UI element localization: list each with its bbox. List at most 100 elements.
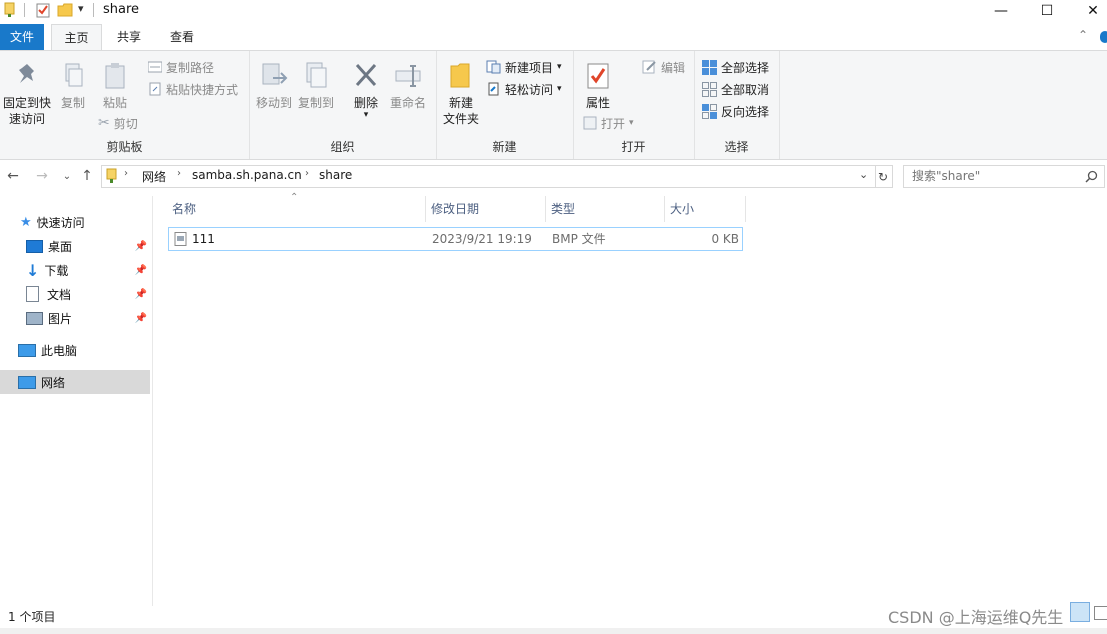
up-button[interactable]: ↑ (78, 166, 96, 186)
edit-button[interactable]: 编辑 (642, 57, 685, 77)
close-button[interactable]: ✕ (1070, 0, 1107, 22)
column-header-modified[interactable]: 修改日期 (427, 196, 546, 222)
select-none-button[interactable]: 全部取消 (702, 79, 769, 99)
file-modified: 2023/9/21 19:19 (432, 232, 532, 246)
computer-icon (18, 343, 36, 357)
window-title: share (103, 2, 140, 17)
bottom-strip (0, 628, 1107, 634)
breadcrumb-network[interactable]: 网络 (142, 168, 166, 185)
quick-access-dropdown-icon[interactable]: ▾ (78, 2, 84, 15)
column-header-size[interactable]: 大小 (666, 196, 746, 222)
edit-icon (642, 60, 656, 74)
breadcrumb-samba-server[interactable]: samba.sh.pana.cn (192, 168, 302, 182)
address-bar[interactable]: › 网络 › samba.sh.pana.cn › share ⌄ (101, 165, 876, 188)
pin-icon[interactable]: 📌 (135, 313, 147, 324)
nav-downloads[interactable]: ↓ 下载 📌 (0, 258, 150, 282)
nav-documents[interactable]: 文档 📌 (0, 282, 150, 306)
delete-button[interactable]: 删除 ▾ (348, 61, 384, 120)
tab-share[interactable]: 共享 (106, 24, 152, 50)
rename-button[interactable]: 重命名 (388, 61, 428, 111)
back-button[interactable]: ← (4, 166, 22, 186)
move-to-button[interactable]: 移动到 (254, 61, 294, 111)
copy-path-label: 复制路径 (166, 60, 215, 75)
search-input[interactable] (912, 168, 1072, 184)
network-location-icon (106, 168, 117, 183)
forward-arrow-icon: → (36, 168, 48, 184)
pin-icon[interactable]: 📌 (135, 265, 147, 276)
large-icons-view-button[interactable] (1094, 606, 1107, 620)
column-header-name[interactable]: 名称 (168, 196, 426, 222)
search-icon[interactable] (1085, 170, 1098, 183)
paste-button[interactable]: 粘贴 (96, 61, 134, 111)
column-header-type[interactable]: 类型 (547, 196, 665, 222)
new-folder-icon[interactable] (57, 2, 73, 18)
item-count: 1 个项目 (8, 610, 56, 624)
details-view-button[interactable] (1070, 602, 1090, 622)
breadcrumb-chevron-icon[interactable]: › (305, 168, 309, 179)
pin-icon[interactable]: 📌 (135, 241, 147, 252)
breadcrumb-chevron-icon[interactable]: › (177, 168, 181, 179)
tab-file[interactable]: 文件 (0, 24, 44, 50)
copy-to-button[interactable]: 复制到 (296, 61, 336, 111)
collapse-ribbon-icon[interactable]: ⌃ (1078, 28, 1088, 42)
pin-icon[interactable]: 📌 (135, 289, 147, 300)
copy-path-icon (148, 61, 162, 73)
delete-label: 删除 (353, 96, 378, 110)
move-to-label: 移动到 (255, 96, 292, 110)
chevron-down-icon: ⌄ (62, 170, 72, 182)
maximize-icon: ☐ (1040, 3, 1054, 19)
paste-shortcut-button[interactable]: 粘贴快捷方式 (148, 79, 238, 99)
new-group: 新建 文件夹 新建项目 ▾ 轻松访问 ▾ 新建 (436, 51, 574, 159)
nav-desktop-label: 桌面 (48, 239, 73, 254)
pin-label-line1: 固定到快 (2, 96, 51, 110)
delete-dropdown-icon[interactable]: ▾ (348, 111, 384, 120)
up-arrow-icon: ↑ (81, 168, 93, 184)
file-row[interactable]: 111 2023/9/21 19:19 BMP 文件 0 KB (168, 227, 743, 251)
cut-button[interactable]: ✂ 剪切 (98, 113, 138, 133)
nav-this-pc[interactable]: 此电脑 (0, 338, 150, 362)
title-bar: ▾ share — ☐ ✕ (0, 0, 1107, 22)
new-item-button[interactable]: 新建项目 ▾ (486, 57, 562, 77)
network-icon (18, 375, 36, 389)
refresh-button[interactable]: ↻ (874, 165, 893, 188)
new-folder-button[interactable]: 新建 文件夹 (440, 61, 482, 127)
invert-selection-label: 反向选择 (721, 104, 770, 119)
paste-label: 粘贴 (102, 96, 127, 110)
organize-group-label: 组织 (330, 140, 355, 154)
new-folder-label-line1: 新建 (448, 96, 473, 110)
open-dropdown-icon: ▾ (629, 118, 634, 128)
tab-home[interactable]: 主页 (51, 24, 102, 51)
nav-quick-access-label: 快速访问 (36, 215, 85, 230)
tab-view[interactable]: 查看 (159, 24, 205, 50)
maximize-button[interactable]: ☐ (1024, 0, 1070, 22)
pin-label-line2: 速访问 (8, 112, 45, 126)
nav-pictures[interactable]: 图片 📌 (0, 306, 150, 330)
minimize-button[interactable]: — (978, 0, 1024, 22)
invert-selection-button[interactable]: 反向选择 (702, 101, 769, 121)
pin-quick-access-button[interactable]: 固定到快 速访问 (2, 61, 52, 127)
open-button[interactable]: 打开 ▾ (583, 113, 634, 133)
properties-icon[interactable] (35, 2, 51, 18)
network-folder-icon (4, 2, 15, 17)
status-bar: 1 个项目 CSDN @上海运维Q先生 (0, 602, 1107, 628)
nav-this-pc-label: 此电脑 (41, 343, 78, 358)
paste-icon (105, 63, 125, 89)
rename-icon (395, 65, 421, 87)
forward-button[interactable]: → (33, 166, 51, 186)
help-icon[interactable] (1100, 31, 1107, 43)
select-group: 全部选择 全部取消 反向选择 选择 (694, 51, 780, 159)
breadcrumb-share[interactable]: share (319, 168, 352, 182)
copy-path-button[interactable]: 复制路径 (148, 57, 214, 77)
nav-desktop[interactable]: 桌面 📌 (0, 234, 150, 258)
invert-selection-icon (702, 103, 717, 119)
copy-button[interactable]: 复制 (56, 61, 90, 111)
address-dropdown-icon[interactable]: ⌄ (859, 168, 868, 181)
properties-button[interactable]: 属性 (579, 61, 617, 111)
recent-locations-button[interactable]: ⌄ (58, 166, 76, 186)
nav-network[interactable]: 网络 (0, 370, 150, 394)
easy-access-button[interactable]: 轻松访问 ▾ (486, 79, 562, 99)
nav-quick-access[interactable]: ★ 快速访问 (0, 210, 150, 234)
select-all-button[interactable]: 全部选择 (702, 57, 769, 77)
separator (24, 3, 25, 17)
search-box[interactable] (903, 165, 1105, 188)
